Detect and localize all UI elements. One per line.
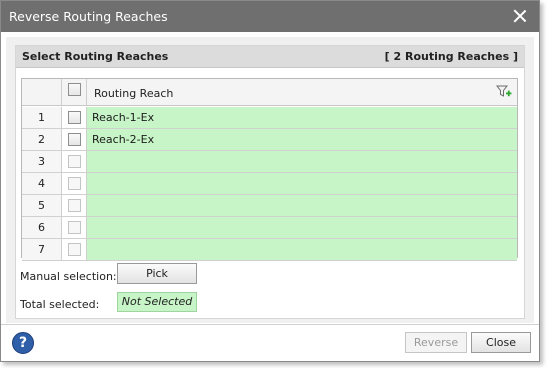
row-checkbox xyxy=(68,155,81,168)
routing-reach-cell[interactable] xyxy=(87,151,517,172)
close-button[interactable]: Close xyxy=(471,332,531,353)
routing-reach-count: [ 2 Routing Reaches ] xyxy=(384,50,518,63)
row-checkbox xyxy=(68,199,81,212)
table-row[interactable]: 3 xyxy=(22,151,517,173)
table-row[interactable]: 2 Reach-2-Ex xyxy=(22,129,517,151)
routing-reach-cell[interactable]: Reach-1-Ex xyxy=(87,107,517,128)
row-checkbox xyxy=(68,221,81,234)
row-checkbox xyxy=(68,243,81,256)
manual-selection-label: Manual selection: xyxy=(20,270,117,283)
row-number: 1 xyxy=(22,107,62,128)
row-number: 5 xyxy=(22,195,62,216)
row-checkbox-cell xyxy=(62,129,87,150)
select-all-checkbox[interactable] xyxy=(68,83,81,96)
row-checkbox-cell xyxy=(62,239,87,260)
row-number: 4 xyxy=(22,173,62,194)
routing-reach-cell[interactable] xyxy=(87,239,517,260)
routing-reach-cell[interactable]: Reach-2-Ex xyxy=(87,129,517,150)
routing-reach-cell[interactable] xyxy=(87,217,517,238)
row-checkbox[interactable] xyxy=(68,133,81,146)
dialog-footer: ? Reverse Close xyxy=(1,324,539,361)
filter-add-icon[interactable] xyxy=(496,85,512,99)
close-icon[interactable] xyxy=(513,9,527,23)
window-title: Reverse Routing Reaches xyxy=(9,9,168,24)
help-icon[interactable]: ? xyxy=(12,332,34,354)
table-row[interactable]: 5 xyxy=(22,195,517,217)
row-checkbox-cell xyxy=(62,107,87,128)
routing-reach-cell[interactable] xyxy=(87,173,517,194)
row-checkbox-cell xyxy=(62,173,87,194)
row-number: 7 xyxy=(22,239,62,260)
reverse-routing-reaches-dialog: Reverse Routing Reaches Select Routing R… xyxy=(0,0,540,362)
row-number: 2 xyxy=(22,129,62,150)
select-all-header xyxy=(62,79,87,105)
row-checkbox xyxy=(68,177,81,190)
row-number: 3 xyxy=(22,151,62,172)
routing-reach-column-header: Routing Reach xyxy=(94,87,174,100)
table-row[interactable]: 7 xyxy=(22,239,517,261)
routing-reach-grid: Routing Reach 1 Reach-1-Ex 2 Reach-2-Ex 3 4 5 6… xyxy=(21,78,518,261)
row-number: 6 xyxy=(22,217,62,238)
row-checkbox[interactable] xyxy=(68,111,81,124)
select-routing-reaches-panel: Select Routing Reaches [ 2 Routing Reach… xyxy=(15,45,525,319)
pick-button[interactable]: Pick xyxy=(117,263,197,284)
row-checkbox-cell xyxy=(62,217,87,238)
section-title: Select Routing Reaches xyxy=(22,50,169,63)
row-number-header xyxy=(22,79,62,105)
table-row[interactable]: 6 xyxy=(22,217,517,239)
total-selected-label: Total selected: xyxy=(20,298,100,311)
routing-reach-cell[interactable] xyxy=(87,195,517,216)
row-checkbox-cell xyxy=(62,151,87,172)
reverse-button[interactable]: Reverse xyxy=(405,332,467,353)
table-row[interactable]: 1 Reach-1-Ex xyxy=(22,107,517,129)
table-row[interactable]: 4 xyxy=(22,173,517,195)
title-bar: Reverse Routing Reaches xyxy=(1,1,539,32)
section-header: Select Routing Reaches [ 2 Routing Reach… xyxy=(16,46,524,68)
dialog-body: Select Routing Reaches [ 2 Routing Reach… xyxy=(6,37,534,323)
row-checkbox-cell xyxy=(62,195,87,216)
total-selected-value: Not Selected xyxy=(117,292,197,312)
grid-header: Routing Reach xyxy=(22,79,517,106)
